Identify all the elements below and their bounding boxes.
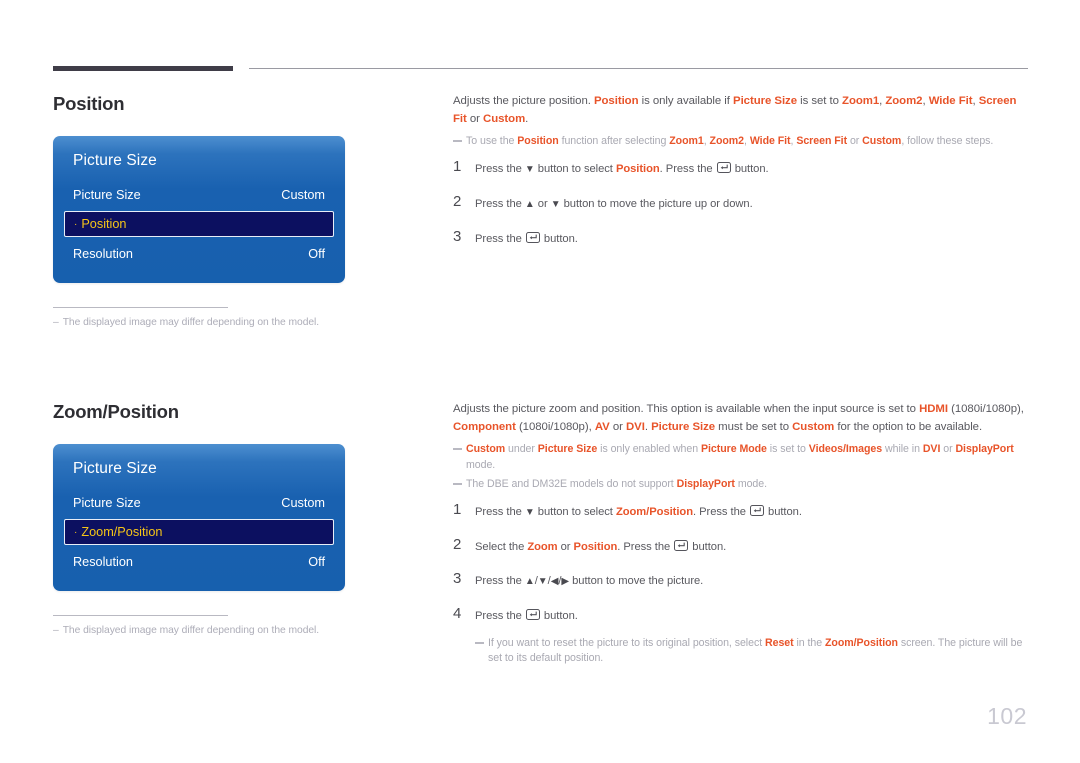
arrow-up-icon: ▲ [524,198,535,210]
header-rules [53,66,1028,76]
osd-row-resolution[interactable]: Resolution Off [53,548,345,575]
section-zoom-position-right-column: Adjusts the picture zoom and position. T… [453,401,1033,671]
section-position-right-column: Adjusts the picture position. Position i… [453,93,1033,263]
enter-button-icon [525,608,540,620]
osd-row-value: Off [308,246,325,261]
arrow-down-icon: ▼ [524,163,535,175]
osd-row-label: Position [81,217,127,231]
step-text: Press the ▲/▼/◀/▶ button to move the pic… [475,571,703,590]
step-number: 2 [453,535,462,553]
step-text: Press the ▼ button to select Zoom/Positi… [475,502,802,521]
osd-title: Picture Size [73,460,157,477]
osd-row-picture-size[interactable]: Picture Size Custom [53,181,345,208]
page-number: 102 [987,703,1027,729]
step-item: 2 Select the Zoom or Position. Press the… [453,537,1033,555]
enter-button-icon [525,231,540,243]
footnote-dash: – [53,625,59,636]
intro-paragraph-position: Adjusts the picture position. Position i… [453,95,1017,125]
osd-row-resolution[interactable]: Resolution Off [53,240,345,267]
footnote-rule [53,615,228,616]
enter-button-icon [716,161,731,173]
section-zoom-position-left-column: Zoom/Position Picture Size Picture Size … [53,401,423,636]
step-item: 1 Press the ▼ button to select Position.… [453,159,1033,178]
step-number: 4 [453,604,462,622]
osd-row-position-selected[interactable]: · Position [64,211,334,237]
bullet-icon: · [74,527,78,538]
step-item: 3 Press the ▲/▼/◀/▶ button to move the p… [453,571,1033,590]
step-text: Press the button. [475,608,578,622]
note-reset-picture: If you want to reset the picture to its … [475,636,1033,667]
step-item: 1 Press the ▼ button to select Zoom/Posi… [453,502,1033,521]
footnote-text: The displayed image may differ depending… [62,317,320,328]
footnote-text: The displayed image may differ depending… [62,625,320,636]
osd-row-value: Custom [281,495,325,510]
osd-row-value: Off [308,554,325,569]
arrow-down-icon: ▼ [537,575,548,587]
osd-row-label-wrap: · Zoom/Position [74,525,162,539]
steps-zoom-position: 1 Press the ▼ button to select Zoom/Posi… [453,502,1033,624]
section-position-left-column: Position Picture Size Picture Size Custo… [53,93,423,328]
step-text: Press the button. [475,231,578,245]
osd-row-label: Picture Size [73,495,141,510]
osd-row-label: Resolution [73,554,133,569]
footnote-position: – The displayed image may differ dependin… [53,317,423,328]
enter-button-icon [674,539,689,551]
step-text: Select the Zoom or Position. Press the b… [475,539,727,553]
step-number: 3 [453,227,462,245]
arrow-left-icon: ◀ [550,575,559,587]
header-rule-thick [53,66,233,71]
step-item: 3 Press the button. [453,229,1033,247]
osd-row-label: Resolution [73,246,133,261]
osd-row-picture-size[interactable]: Picture Size Custom [53,489,345,516]
osd-row-label-wrap: · Position [74,217,126,231]
step-item: 4 Press the button. [453,606,1033,624]
step-text: Press the ▲ or ▼ button to move the pict… [475,194,753,213]
step-item: 2 Press the ▲ or ▼ button to move the pi… [453,194,1033,213]
osd-row-zoom-position-selected[interactable]: · Zoom/Position [64,519,334,545]
intro-paragraph-zoom-position: Adjusts the picture zoom and position. T… [453,403,1024,433]
arrow-down-icon: ▼ [524,506,535,518]
page-title-zoom-position: Zoom/Position [53,401,179,422]
step-number: 1 [453,500,462,518]
osd-panel-picture-size-1: Picture Size Picture Size Custom · Positi… [53,136,345,283]
steps-position: 1 Press the ▼ button to select Position.… [453,159,1033,247]
osd-panel-picture-size-2: Picture Size Picture Size Custom · Zoom/P… [53,444,345,591]
enter-button-icon [749,504,764,516]
note-position-usage: To use the Position function after selec… [453,134,1033,150]
step-number: 2 [453,192,462,210]
step-text: Press the ▼ button to select Position. P… [475,159,769,178]
note-custom-enabled: Custom under Picture Size is only enable… [453,442,1033,473]
bullet-icon: · [74,219,78,230]
step-number: 3 [453,569,462,587]
page-title-position: Position [53,93,125,114]
footnote-rule [53,307,228,308]
arrow-down-icon: ▼ [550,198,561,210]
header-rule-thin [249,68,1028,69]
step-number: 1 [453,157,462,175]
arrow-up-icon: ▲ [524,575,535,587]
arrow-right-icon: ▶ [561,575,570,587]
osd-row-label: Zoom/Position [81,525,163,539]
footnote-dash: – [53,317,59,328]
osd-row-value: Custom [281,187,325,202]
osd-title: Picture Size [73,152,157,169]
osd-row-label: Picture Size [73,187,141,202]
note-models-displayport: The DBE and DM32E models do not support … [453,477,1033,493]
footnote-zoom-position: – The displayed image may differ dependin… [53,625,423,636]
